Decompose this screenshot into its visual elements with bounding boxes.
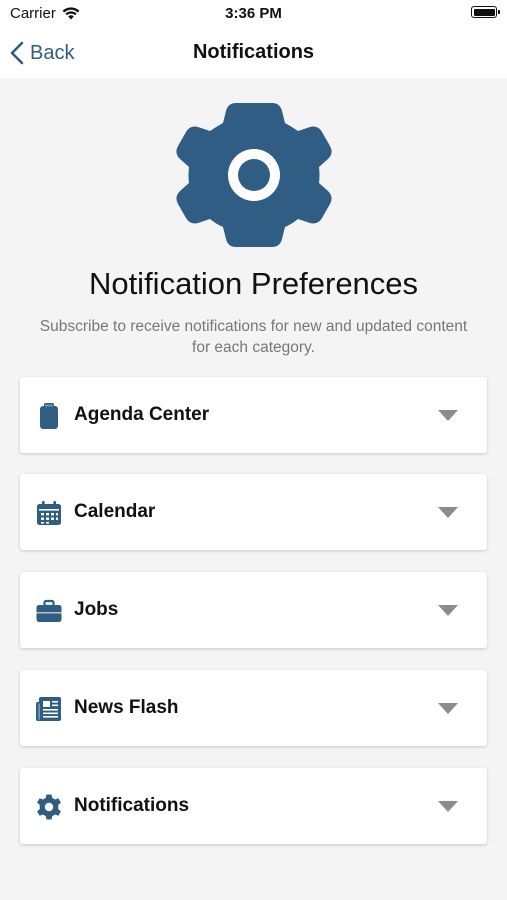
clipboard-icon <box>40 403 58 429</box>
chevron-down-icon[interactable] <box>438 605 458 616</box>
category-label: Agenda Center <box>74 404 210 425</box>
battery-icon <box>471 6 500 18</box>
category-calendar[interactable]: Calendar <box>20 474 487 550</box>
category-label: Jobs <box>74 599 119 620</box>
gear-icon <box>176 103 332 247</box>
nav-title: Notifications <box>192 41 315 63</box>
category-label: News Flash <box>74 697 179 718</box>
chevron-down-icon[interactable] <box>438 410 458 421</box>
chevron-down-icon[interactable] <box>438 703 458 714</box>
calendar-icon <box>37 501 61 525</box>
newspaper-icon <box>36 697 61 721</box>
navigation-bar: Back Notifications <box>0 30 507 78</box>
category-jobs[interactable]: Jobs <box>20 572 487 648</box>
category-label: Calendar <box>74 501 156 522</box>
page-title: Notification Preferences <box>88 266 419 301</box>
chevron-down-icon[interactable] <box>438 801 458 812</box>
briefcase-icon <box>36 599 62 622</box>
status-bar: Carrier 3:36 PM <box>0 0 507 30</box>
page-subtitle: Subscribe to receive notifications for n… <box>39 318 468 356</box>
category-news-flash[interactable]: News Flash <box>20 670 487 746</box>
category-agenda-center[interactable]: Agenda Center <box>20 377 487 453</box>
gear-icon <box>37 794 61 820</box>
chevron-down-icon[interactable] <box>438 507 458 518</box>
category-notifications[interactable]: Notifications <box>20 768 487 844</box>
category-label: Notifications <box>74 795 190 816</box>
status-time: 3:36 PM <box>225 5 282 22</box>
